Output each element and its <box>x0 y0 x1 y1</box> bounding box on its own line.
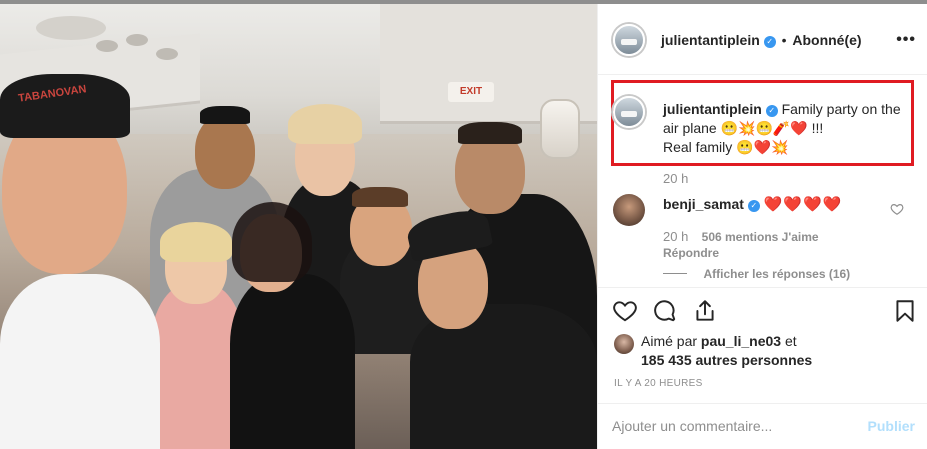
person-hair <box>232 202 312 282</box>
person-hair <box>200 106 250 124</box>
caption-emojis-2: 😬❤️💥 <box>736 139 789 155</box>
caption-timestamp[interactable]: 20 h <box>663 171 688 186</box>
person-face <box>195 114 255 189</box>
cap-text: TABANOVAN <box>17 83 88 105</box>
likes-prefix: Aimé par <box>641 333 698 349</box>
comment-like-icon[interactable] <box>890 202 904 216</box>
exit-sign: EXIT <box>448 82 494 102</box>
caption-text: julientantiplein ✓ Family party on the a… <box>663 100 908 157</box>
comment-icon[interactable] <box>652 298 678 324</box>
likes-others[interactable]: 185 435 autres personnes <box>641 352 812 368</box>
author-username[interactable]: julientantiplein <box>661 32 760 48</box>
air-vent <box>156 48 178 60</box>
caption-username[interactable]: julientantiplein <box>663 101 762 117</box>
verified-badge-icon: ✓ <box>763 36 776 48</box>
verified-badge-icon: ✓ <box>765 105 778 117</box>
publish-button[interactable]: Publier <box>868 418 915 434</box>
caption-emojis: 😬💥😬🧨❤️ <box>720 120 808 136</box>
post-header: julientantiplein ✓ • Abonné(e) ••• <box>598 4 927 75</box>
ceiling-light <box>36 16 106 40</box>
cabin-window <box>540 99 580 159</box>
header-separator: • <box>781 32 787 48</box>
likes-summary: Aimé par pau_li_ne03 et 185 435 autres p… <box>641 332 812 370</box>
person-shirt <box>230 274 355 449</box>
more-options-icon[interactable]: ••• <box>896 31 916 49</box>
comment-username[interactable]: benji_samat <box>663 196 744 212</box>
caption-line3: Real family <box>663 139 733 155</box>
post-time-ago[interactable]: IL Y A 20 HEURES <box>614 378 703 389</box>
yacht-image <box>620 38 638 45</box>
verified-badge-icon: ✓ <box>747 200 760 212</box>
liker-username[interactable]: pau_li_ne03 <box>701 333 781 349</box>
person-cap: TABANOVAN <box>0 74 130 138</box>
header-meta: julientantiplein ✓ • Abonné(e) <box>661 32 862 48</box>
comment-timestamp[interactable]: 20 h <box>663 229 688 244</box>
likes-and: et <box>784 333 797 349</box>
person-hair <box>288 104 362 144</box>
post-photo[interactable]: EXIT TABANOVAN <box>0 4 597 449</box>
bookmark-icon[interactable] <box>892 298 918 324</box>
comment-meta: 20 h 506 mentions J'aime <box>663 229 819 244</box>
follow-status-button[interactable]: Abonné(e) <box>792 32 861 48</box>
action-bar <box>598 287 927 337</box>
post-sidebar: julientantiplein ✓ • Abonné(e) ••• julie… <box>597 4 927 449</box>
caption-line1: Family party on the <box>781 101 901 117</box>
comment-likes[interactable]: 506 mentions J'aime <box>702 230 819 244</box>
commenter-avatar[interactable] <box>613 194 645 226</box>
heart-icon[interactable] <box>612 298 638 324</box>
air-vent <box>96 40 118 52</box>
comment: benji_samat ✓ ❤️❤️❤️❤️ <box>663 195 842 213</box>
liker-avatar[interactable] <box>614 334 634 354</box>
person-hair <box>160 222 232 262</box>
caption-line2: air plane <box>663 120 717 136</box>
person-hair <box>458 122 522 144</box>
reply-button[interactable]: Répondre <box>663 246 719 260</box>
yacht-image <box>620 110 638 117</box>
caption-exclaim: !!! <box>811 120 824 136</box>
caption-author-avatar[interactable] <box>613 96 645 128</box>
person-hair <box>352 187 408 207</box>
air-vent <box>126 34 148 46</box>
comment-input[interactable] <box>612 416 852 436</box>
comment-text: ❤️❤️❤️❤️ <box>763 196 843 213</box>
show-replies[interactable]: Afficher les réponses (16) <box>663 265 850 283</box>
person-shirt <box>0 274 160 449</box>
add-comment-bar: Publier <box>598 403 927 449</box>
replies-line <box>663 273 687 274</box>
show-replies-label: Afficher les réponses (16) <box>703 267 851 281</box>
share-icon[interactable] <box>692 298 718 324</box>
author-avatar[interactable] <box>613 24 645 56</box>
